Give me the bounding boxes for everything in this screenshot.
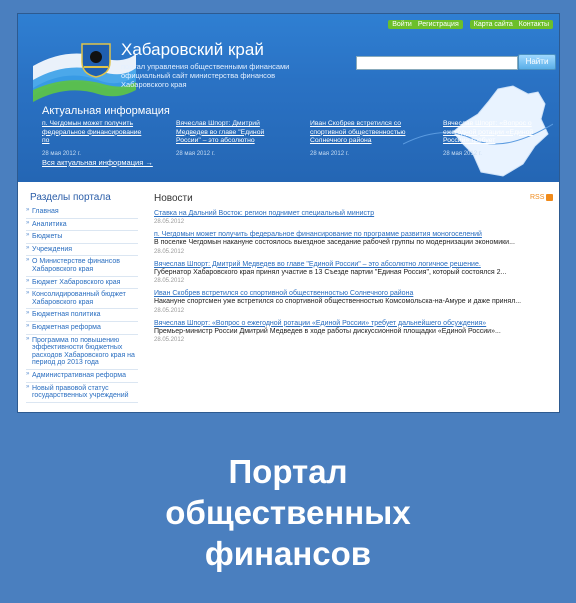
rss-label: RSS: [530, 194, 545, 201]
sidebar-item-efficiency-program[interactable]: Программа по повышению эффективности бюд…: [26, 335, 138, 370]
register-link[interactable]: Регистрация: [418, 21, 459, 28]
news-excerpt: В поселке Чегдомын накануне состоялось в…: [154, 239, 515, 246]
slide-caption: Портал общественных финансов: [0, 451, 576, 574]
info-links: Карта сайта Контакты: [469, 19, 553, 29]
news-excerpt: Губернатор Хабаровского края принял учас…: [154, 268, 507, 276]
news-list: Ставка на Дальний Восток: регион подниме…: [154, 209, 548, 348]
caption-line: финансов: [204, 535, 372, 572]
news-headline[interactable]: Иван Скобрев встретился со спортивной об…: [154, 289, 548, 298]
sidebar-item-admin-reform[interactable]: Административная реформа: [26, 370, 138, 383]
contacts-link[interactable]: Контакты: [519, 21, 549, 28]
news-headline[interactable]: Вячеслав Шпорт: «Вопрос о ежегодной рота…: [154, 319, 548, 328]
website-screenshot: Войти Регистрация Карта сайта Контакты Х…: [17, 13, 560, 413]
sidebar-menu: Главная Аналитика Бюджеты Учреждения О М…: [26, 206, 138, 403]
sidebar-item-budgets[interactable]: Бюджеты: [26, 231, 138, 244]
news-item: Вячеслав Шпорт: «Вопрос о ежегодной рота…: [154, 319, 548, 345]
site-title: Хабаровский край: [121, 40, 264, 59]
news-item: Ставка на Дальний Восток: регион подниме…: [154, 209, 548, 226]
top-links: Войти Регистрация Карта сайта Контакты: [388, 17, 553, 31]
coat-of-arms-icon: [81, 43, 111, 78]
news-date: 28.05.2012: [154, 248, 185, 255]
news-excerpt: Премьер-министр России Дмитрий Медведев …: [154, 327, 501, 335]
sidebar-item-legal-status[interactable]: Новый правовой статус государственных уч…: [26, 383, 138, 403]
news-headline[interactable]: п. Чегдомын может получить федеральное ф…: [154, 230, 548, 239]
sidebar-item-home[interactable]: Главная: [26, 206, 138, 219]
search-button[interactable]: Найти: [518, 54, 556, 70]
news-date: 28.05.2012: [154, 278, 185, 285]
caption-line: Портал: [228, 453, 348, 490]
rss-link[interactable]: RSS: [530, 194, 554, 201]
news-title: Новости: [154, 193, 193, 204]
actual-item[interactable]: Иван Скобрев встретился со спортивной об…: [310, 120, 410, 158]
sidebar-title: Разделы портала: [30, 192, 111, 203]
news-excerpt: Накануне спортсмен уже встретился со спо…: [154, 298, 522, 306]
site-subtitle: портал управления общественными финансам…: [121, 62, 290, 89]
news-item: Вячеслав Шпорт: Дмитрий Медведев во глав…: [154, 260, 548, 286]
sidebar-item-institutions[interactable]: Учреждения: [26, 244, 138, 257]
sidebar-item-budget-policy[interactable]: Бюджетная политика: [26, 309, 138, 322]
news-date: 28.05.2012: [154, 219, 185, 225]
sitemap-link[interactable]: Карта сайта: [474, 21, 513, 28]
actual-item[interactable]: Вячеслав Шпорт: Дмитрий Медведев во глав…: [176, 120, 276, 158]
sidebar-item-about-ministry[interactable]: О Министерстве финансов Хабаровского кра…: [26, 256, 138, 277]
sidebar-item-consolidated-budget[interactable]: Консолидированный бюджет Хабаровского кр…: [26, 289, 138, 310]
site-header: Войти Регистрация Карта сайта Контакты Х…: [18, 14, 559, 182]
login-link[interactable]: Войти: [392, 21, 412, 28]
actual-item[interactable]: Вячеслав Шпорт: «Вопрос о ежегодной рота…: [443, 120, 543, 158]
sidebar-item-budget-reform[interactable]: Бюджетная реформа: [26, 322, 138, 335]
news-date: 28.05.2012: [154, 307, 185, 314]
news-item: Иван Скобрев встретился со спортивной об…: [154, 289, 548, 315]
actual-item[interactable]: п. Чегдомын может получить федеральное ф…: [42, 120, 142, 158]
news-headline[interactable]: Вячеслав Шпорт: Дмитрий Медведев во глав…: [154, 260, 548, 269]
rss-icon: [546, 194, 554, 201]
news-date: 28.05.2012: [154, 337, 185, 344]
sidebar-item-regional-budget[interactable]: Бюджет Хабаровского края: [26, 277, 138, 290]
search-input[interactable]: [356, 56, 518, 70]
all-actual-link[interactable]: Вся актуальная информация →: [42, 158, 153, 167]
sidebar-item-analytics[interactable]: Аналитика: [26, 219, 138, 232]
news-headline[interactable]: Ставка на Дальний Восток: регион подниме…: [154, 209, 548, 218]
actual-info-title: Актуальная информация: [42, 105, 170, 117]
caption-line: общественных: [165, 494, 411, 531]
auth-links: Войти Регистрация: [388, 19, 463, 29]
slide: Войти Регистрация Карта сайта Контакты Х…: [0, 0, 576, 603]
news-item: п. Чегдомын может получить федеральное ф…: [154, 230, 548, 256]
